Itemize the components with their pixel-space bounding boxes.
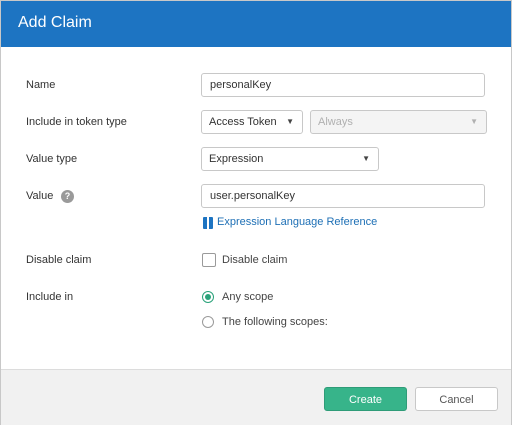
token-type-condition-value: Always [318,116,353,128]
chevron-down-icon: ▼ [470,117,478,126]
following-scopes-radio[interactable] [202,316,214,328]
token-type-label: Include in token type [26,116,127,128]
value-label: Value [26,190,54,202]
disable-claim-label: Disable claim [26,254,92,266]
dialog-header: Add Claim [1,1,511,47]
chevron-down-icon: ▼ [362,154,370,163]
name-input[interactable] [201,73,485,97]
token-type-condition-select: Always ▼ [310,110,487,134]
any-scope-radio[interactable] [202,291,214,303]
create-button[interactable]: Create [324,387,407,411]
name-label: Name [26,79,56,91]
chevron-down-icon: ▼ [286,117,294,126]
book-icon [203,217,213,229]
value-input[interactable] [201,184,485,208]
token-type-value: Access Token [209,116,277,128]
value-type-value: Expression [209,153,264,165]
disable-claim-checkbox[interactable] [202,253,216,267]
value-type-select[interactable]: Expression ▼ [201,147,379,171]
cancel-button[interactable]: Cancel [415,387,498,411]
dialog-footer: Create Cancel [1,369,511,425]
help-icon[interactable]: ? [61,190,74,203]
value-type-label: Value type [26,153,78,165]
dialog-title: Add Claim [18,14,92,31]
disable-claim-checkbox-label[interactable]: Disable claim [222,254,287,266]
expression-language-link[interactable]: Expression Language Reference [203,216,378,229]
expression-language-link-text: Expression Language Reference [217,216,378,228]
any-scope-label[interactable]: Any scope [222,291,273,303]
include-in-label: Include in [26,291,74,303]
token-type-select[interactable]: Access Token ▼ [201,110,303,134]
add-claim-dialog: Add Claim Name Include in token type Acc… [0,0,512,425]
following-scopes-label[interactable]: The following scopes: [222,316,328,328]
